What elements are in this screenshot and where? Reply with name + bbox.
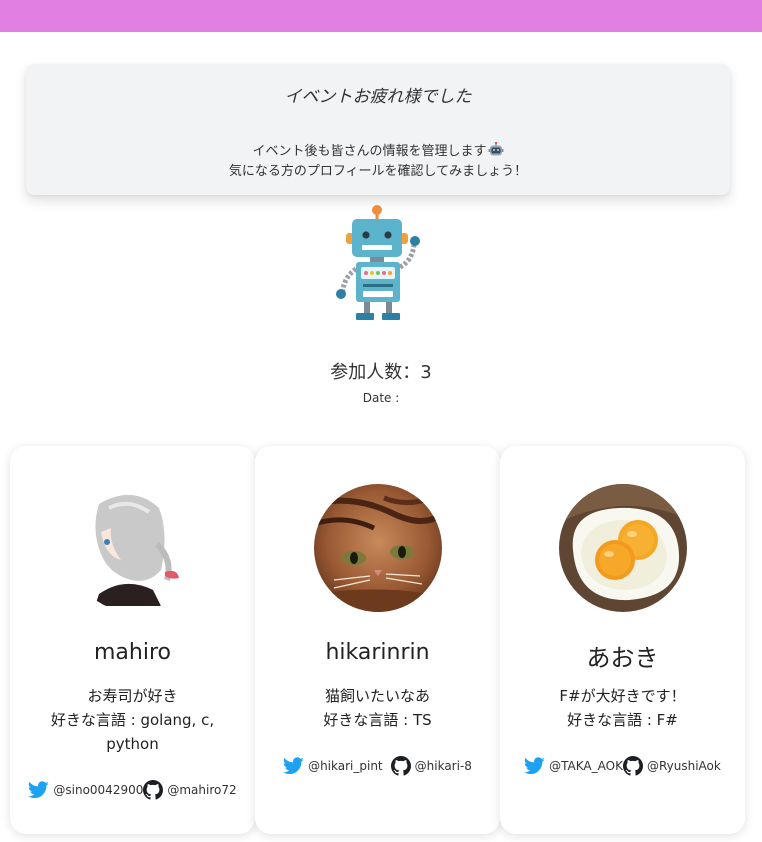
twitter-handle: @hikari_pint (308, 759, 383, 773)
twitter-icon (524, 757, 545, 775)
avatar (314, 484, 442, 612)
twitter-link[interactable]: @sino0042900 (28, 781, 143, 799)
banner-title: イベントお疲れ様でした (284, 87, 472, 107)
github-handle: @RyushiAok (646, 759, 721, 773)
robot-face-icon (488, 141, 504, 162)
member-languages: 好きな言語 : golang, c, python (50, 711, 215, 753)
github-icon (143, 780, 164, 800)
top-bar (0, 0, 762, 32)
event-banner: イベントお疲れ様でした イベント後も皆さんの情報を管理します 気になる方のプロフ… (26, 64, 730, 195)
member-languages: 好きな言語 : TS (323, 711, 432, 729)
twitter-icon (28, 781, 50, 799)
social-links: @sino0042900 @mahiro72 (10, 780, 255, 800)
avatar (69, 484, 197, 612)
twitter-link[interactable]: @hikari_pint (283, 757, 383, 775)
twitter-handle: @sino0042900 (53, 783, 144, 797)
github-handle: @mahiro72 (167, 783, 237, 797)
member-name: あおき (586, 644, 659, 672)
twitter-handle: @TAKA_AOK (549, 759, 623, 773)
github-icon (622, 756, 643, 776)
member-languages: 好きな言語 : F# (567, 711, 678, 729)
participant-count: 参加人数：3 (330, 362, 432, 383)
github-link[interactable]: @hikari-8 (390, 756, 472, 776)
github-handle: @hikari-8 (414, 759, 472, 773)
member-card: hikarinrin 猫飼いたいなあ 好きな言語 : TS @hikari_pi… (255, 446, 500, 834)
banner-message-line1: イベント後も皆さんの情報を管理します (252, 144, 487, 159)
member-card: あおき F#が大好きです！ 好きな言語 : F# @TAKA_AOK @Ryus… (500, 446, 745, 834)
github-link[interactable]: @mahiro72 (143, 780, 237, 800)
member-card: mahiro お寿司が好き 好きな言語 : golang, c, python … (10, 446, 255, 834)
event-date: Date : (362, 391, 400, 405)
member-name: hikarinrin (325, 640, 430, 665)
member-bio: 猫飼いたいなあ (324, 687, 430, 705)
member-name: mahiro (94, 640, 171, 665)
social-links: @hikari_pint @hikari-8 (255, 756, 500, 776)
twitter-icon (283, 757, 304, 775)
twitter-link[interactable]: @TAKA_AOK (524, 757, 623, 775)
member-bio: F#が大好きです！ (559, 687, 686, 705)
robot-illustration (330, 203, 426, 323)
member-bio: お寿司が好き (87, 687, 178, 705)
github-link[interactable]: @RyushiAok (622, 756, 721, 776)
github-icon (390, 756, 411, 776)
social-links: @TAKA_AOK @RyushiAok (500, 756, 745, 776)
avatar (559, 484, 687, 612)
banner-message-line2: 気になる方のプロフィールを確認してみましょう！ (228, 164, 528, 179)
